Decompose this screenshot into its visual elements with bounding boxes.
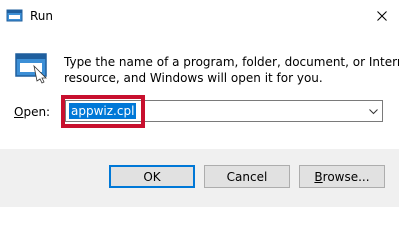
dropdown-button[interactable] [365,101,382,121]
browse-button[interactable]: Browse... [299,165,385,188]
close-icon [377,10,387,24]
title-bar: Run [0,0,399,34]
run-icon [6,7,23,24]
description-line-1: Type the name of a program, folder, docu… [64,55,399,69]
ok-button[interactable]: OK [109,165,195,188]
dialog-body: Type the name of a program, folder, docu… [0,34,399,149]
open-label: Open: [14,105,50,119]
run-program-icon [14,48,50,84]
highlight-annotation [61,95,145,128]
close-button[interactable] [365,0,399,34]
chevron-down-icon [369,104,378,118]
window-title: Run [30,9,54,23]
open-label-rest: pen: [23,105,51,119]
cancel-button[interactable]: Cancel [204,165,290,188]
browse-mnemonic: B [314,169,323,184]
button-bar: OK Cancel Browse... [0,149,399,207]
run-dialog: Run Type the name of a program, folder, … [0,0,399,207]
description-text: Type the name of a program, folder, docu… [64,54,399,86]
browse-label-rest: rowse... [322,169,370,184]
description-line-2: resource, and Windows will open it for y… [64,71,323,85]
